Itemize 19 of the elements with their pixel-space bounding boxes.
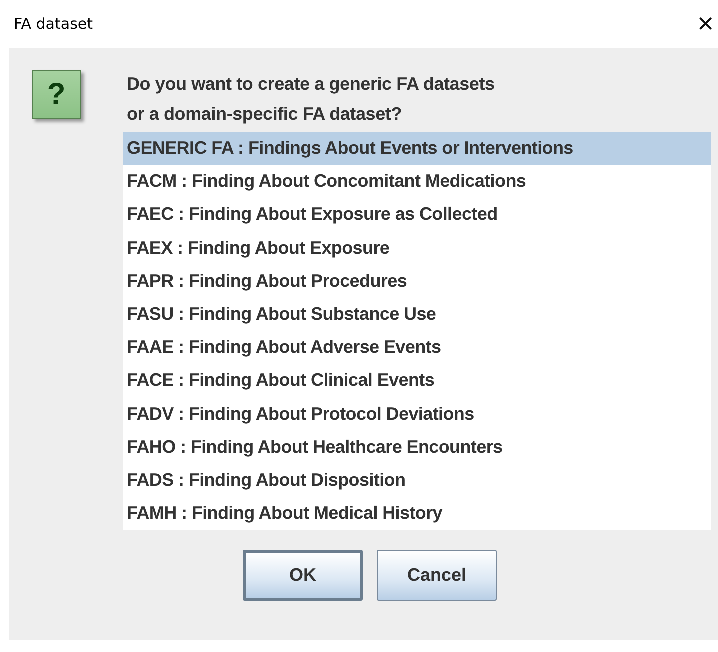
list-item[interactable]: FADV : Finding About Protocol Deviations [123,398,711,431]
list-item[interactable]: FACE : Finding About Clinical Events [123,364,711,398]
dialog-button[interactable]: OK [243,550,363,602]
close-button[interactable]: × [698,10,714,38]
list-item[interactable]: FAAE : Finding About Adverse Events [123,331,711,364]
list-item[interactable]: FAEX : Finding About Exposure [123,232,711,265]
message-text: Do you want to create a generic FA datasets [126,73,496,96]
list-item[interactable]: FAPR : Finding About Procedures [123,264,711,298]
window-title: FA dataset [14,15,93,33]
list-item[interactable]: FASU : Finding About Substance Use [123,298,711,332]
dialog-button[interactable]: Cancel [377,550,497,602]
list-item[interactable]: FACM : Finding About Concomitant Medications [123,165,711,198]
message-text: or a domain-specific FA dataset? [126,103,403,126]
question-icon: ? [32,70,81,119]
list-item[interactable]: FAEC : Finding About Exposure as Collected [123,198,711,232]
list-item[interactable]: FAHO : Finding About Healthcare Encounters [123,430,711,464]
list-item[interactable]: FAMH : Finding About Medical History [123,497,711,530]
list-item[interactable]: GENERIC FA : Findings About Events or Interventions [123,132,711,166]
list-item[interactable]: FADS : Finding About Disposition [123,464,711,498]
